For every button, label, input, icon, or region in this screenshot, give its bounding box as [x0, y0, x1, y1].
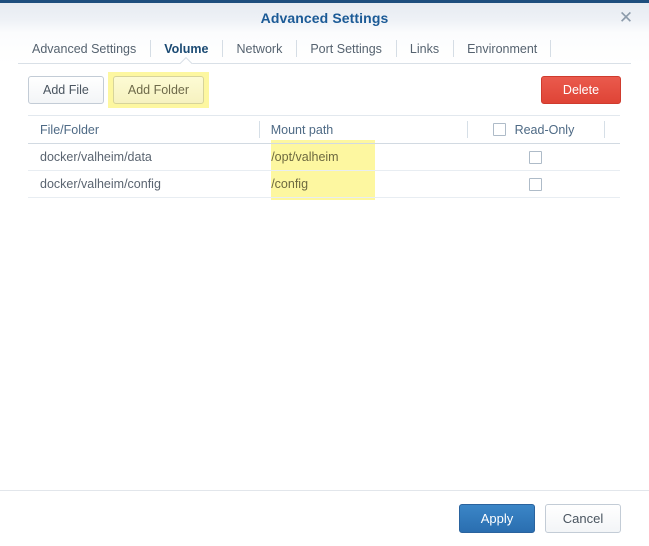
cell-spacer — [604, 171, 620, 197]
advanced-settings-dialog: Advanced Settings ✕ Advanced Settings Vo… — [0, 0, 649, 546]
cell-spacer — [604, 144, 620, 170]
tab-label: Volume — [164, 41, 209, 56]
cell-read-only — [468, 144, 604, 170]
cell-text: docker/valheim/config — [40, 177, 161, 191]
dialog-body: Add File Add Folder Delete File/Folder M… — [0, 64, 649, 490]
column-header-label: File/Folder — [40, 122, 100, 137]
select-all-read-only-checkbox[interactable] — [492, 123, 506, 136]
column-header-read-only: Read-Only — [466, 116, 604, 143]
tab-network[interactable]: Network — [222, 33, 296, 64]
cell-mount-path[interactable]: /config — [259, 171, 467, 197]
cell-file-folder: docker/valheim/data — [28, 144, 259, 170]
tab-advanced-settings[interactable]: Advanced Settings — [18, 33, 150, 64]
tab-links[interactable]: Links — [395, 33, 453, 64]
add-file-button[interactable]: Add File — [28, 76, 104, 104]
cell-read-only — [468, 171, 604, 197]
column-divider — [258, 121, 260, 138]
column-header-mount-path: Mount path — [258, 116, 467, 143]
volume-table: File/Folder Mount path Read-Only docker/… — [28, 115, 620, 200]
tab-label: Environment — [467, 41, 538, 56]
tab-environment[interactable]: Environment — [453, 33, 552, 64]
add-folder-button[interactable]: Add Folder — [112, 76, 205, 104]
column-header-file-folder: File/Folder — [28, 116, 259, 143]
column-header-label: Mount path — [270, 122, 334, 137]
read-only-checkbox[interactable] — [529, 177, 543, 191]
table-row[interactable]: docker/valheim/config /config — [28, 171, 620, 198]
tab-label: Links — [409, 41, 440, 56]
column-divider — [466, 121, 468, 138]
volume-toolbar: Add File Add Folder Delete — [28, 72, 621, 108]
apply-button[interactable]: Apply — [459, 504, 535, 533]
add-folder-highlight: Add Folder — [107, 72, 210, 108]
dialog-title: Advanced Settings — [260, 10, 389, 26]
tab-label: Advanced Settings — [32, 41, 137, 56]
read-only-checkbox[interactable] — [529, 150, 543, 164]
cell-text: docker/valheim/data — [40, 150, 152, 164]
cancel-button[interactable]: Cancel — [545, 504, 621, 533]
tab-port-settings[interactable]: Port Settings — [296, 33, 396, 64]
table-header-row: File/Folder Mount path Read-Only — [28, 116, 620, 144]
close-icon[interactable]: ✕ — [615, 7, 637, 29]
delete-button[interactable]: Delete — [541, 76, 621, 104]
column-header-label: Read-Only — [514, 122, 575, 137]
dialog-titlebar: Advanced Settings ✕ — [0, 3, 649, 33]
cell-mount-path[interactable]: /opt/valheim — [259, 144, 467, 170]
tab-bar: Advanced Settings Volume Network Port Se… — [0, 33, 649, 64]
delete-button-holder: Delete — [541, 76, 621, 104]
column-header-spacer — [603, 116, 620, 143]
dialog-footer: Apply Cancel — [0, 490, 649, 546]
tab-label: Network — [236, 41, 283, 56]
cell-text: /config — [271, 177, 309, 191]
tab-volume[interactable]: Volume — [150, 33, 222, 64]
table-row[interactable]: docker/valheim/data /opt/valheim — [28, 144, 620, 171]
column-divider — [603, 121, 605, 138]
tab-label: Port Settings — [310, 41, 382, 56]
cell-text: /opt/valheim — [271, 150, 339, 164]
cell-file-folder: docker/valheim/config — [28, 171, 259, 197]
